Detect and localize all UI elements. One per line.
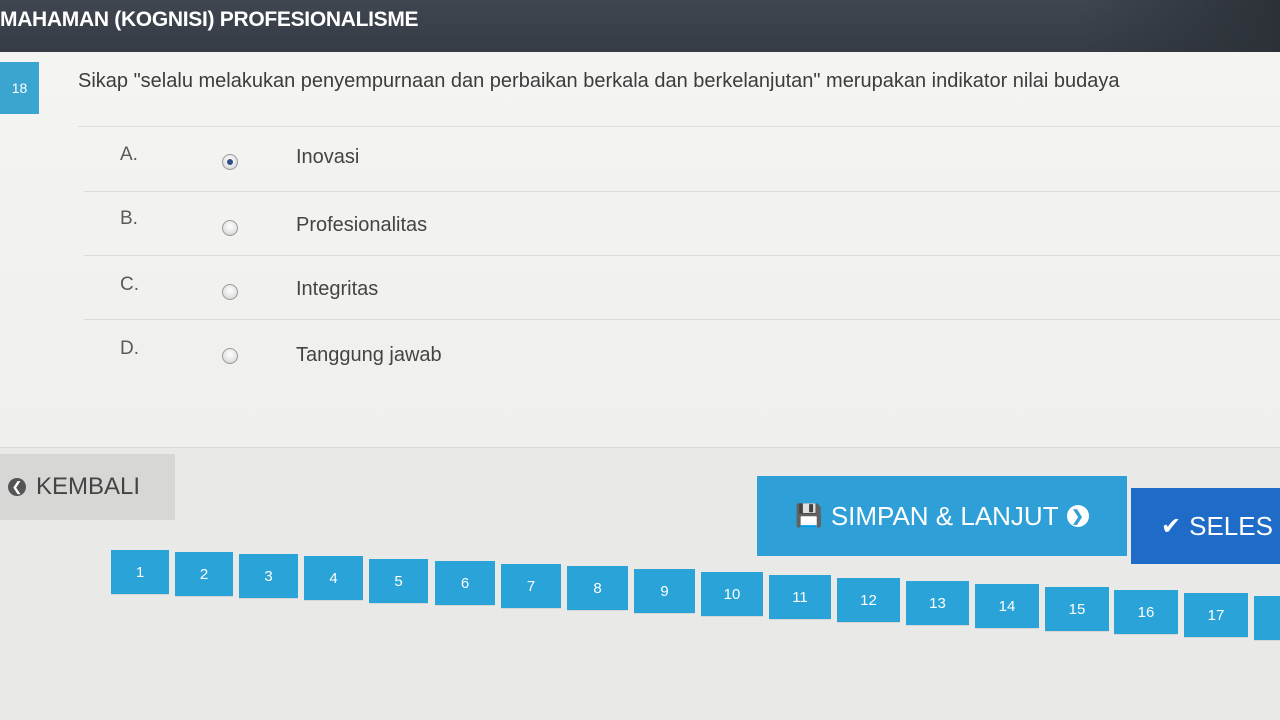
question-number-badge: 18 [0,62,39,114]
arrow-right-circle-icon: ❯ [1066,505,1089,527]
option-letter: A. [120,144,138,165]
check-icon: ✔ [1161,512,1182,540]
page-button-6[interactable]: 6 [435,561,495,605]
save-next-label: SIMPAN & LANJUT [830,500,1059,531]
page-button-8[interactable]: 8 [567,566,628,610]
page-button-1[interactable]: 1 [111,550,169,594]
page-button-more[interactable] [1254,596,1280,640]
option-radio[interactable] [222,220,238,236]
option-b[interactable]: B. Profesionalitas [84,192,1280,256]
option-d[interactable]: D. Tanggung jawab [84,320,1280,384]
page-button-12[interactable]: 12 [837,578,900,622]
option-label: Integritas [296,278,379,300]
option-a[interactable]: A. Inovasi [84,128,1280,192]
page-button-3[interactable]: 3 [239,554,298,598]
option-c[interactable]: C. Integritas [84,256,1280,320]
save-next-button[interactable]: 💾 SIMPAN & LANJUT ❯ [757,476,1127,556]
page-button-11[interactable]: 11 [769,575,831,619]
page-button-5[interactable]: 5 [369,559,428,603]
header-bar: MAHAMAN (KOGNISI) PROFESIONALISME [0,0,1280,52]
page-button-15[interactable]: 15 [1045,587,1109,631]
back-button[interactable]: ❮ KEMBALI [0,454,175,520]
page-button-14[interactable]: 14 [975,584,1039,628]
finish-button[interactable]: ✔ SELES [1131,488,1280,564]
option-label: Tanggung jawab [296,344,442,366]
page-button-13[interactable]: 13 [906,581,969,625]
page-button-2[interactable]: 2 [175,552,233,596]
option-radio[interactable] [222,284,238,300]
question-divider [78,126,1280,127]
page-button-9[interactable]: 9 [634,569,695,613]
page-button-10[interactable]: 10 [701,572,763,616]
page-button-7[interactable]: 7 [501,564,561,608]
question-text: Sikap "selalu melakukan penyempurnaan da… [78,70,1120,92]
option-letter: C. [120,274,139,295]
option-radio-checked[interactable] [222,154,238,170]
back-button-label: KEMBALI [36,473,141,500]
option-label: Inovasi [296,146,360,168]
page-button-17[interactable]: 17 [1184,593,1248,637]
arrow-left-circle-icon: ❮ [8,478,26,496]
page-title: MAHAMAN (KOGNISI) PROFESIONALISME [0,8,419,31]
floppy-disk-icon: 💾 [795,503,823,528]
header-shade [1080,0,1280,52]
option-letter: D. [120,338,139,359]
page-button-4[interactable]: 4 [304,556,363,600]
option-radio[interactable] [222,348,238,364]
finish-label: SELES [1189,510,1273,541]
option-label: Profesionalitas [296,214,428,236]
option-letter: B. [120,208,138,229]
page-button-16[interactable]: 16 [1114,590,1178,634]
